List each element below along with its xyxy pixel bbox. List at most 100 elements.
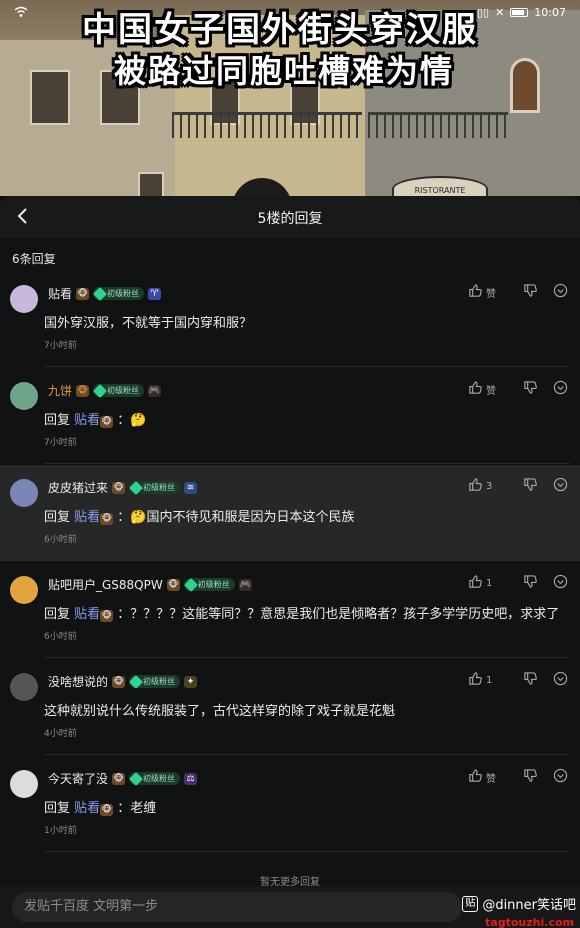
dislike-button[interactable] — [514, 477, 546, 495]
divider — [44, 657, 570, 658]
more-button[interactable] — [546, 671, 568, 689]
divider — [44, 366, 570, 367]
comment-item[interactable]: 贴看 🐵 初级粉丝 ♈ 国外穿汉服，不就等于国内穿和服？ 7小时前 赞 — [0, 271, 580, 367]
gem-icon — [92, 383, 108, 398]
more-button[interactable] — [546, 768, 568, 786]
username[interactable]: 贴吧用户_GS88QPW — [48, 576, 163, 593]
fan-level-badge: 初级粉丝 — [128, 480, 181, 495]
status-icons: ▯▯ ✕ 10:07 — [477, 6, 566, 19]
reply-to-user[interactable]: 贴看 — [74, 607, 100, 622]
fan-level-label: 初级粉丝 — [143, 774, 176, 783]
like-count: 1 — [486, 674, 493, 686]
fan-level-label: 初级粉丝 — [107, 386, 140, 395]
fan-level-badge: 初级粉丝 — [92, 286, 145, 301]
fan-level-badge: 初级粉丝 — [183, 577, 235, 592]
avatar[interactable] — [10, 479, 38, 507]
chevron-down-circle-icon — [553, 380, 568, 398]
dislike-button[interactable] — [514, 283, 546, 301]
chevron-down-circle-icon — [553, 768, 568, 786]
avatar[interactable] — [10, 576, 38, 604]
username[interactable]: 九饼 — [48, 382, 72, 399]
comment-actions: 赞 — [468, 283, 568, 301]
like-button[interactable]: 赞 — [468, 380, 514, 398]
reply-to-user[interactable]: 贴看 — [74, 801, 100, 816]
username[interactable]: 今天寄了没 — [48, 770, 108, 787]
thumbs-down-icon — [523, 380, 538, 398]
more-button[interactable] — [546, 477, 568, 495]
reply-prefix: 回复 — [44, 607, 75, 622]
monkey-emoji-icon: 🐵 — [100, 416, 114, 428]
reply-to-user[interactable]: 贴看 — [74, 510, 100, 525]
dislike-button[interactable] — [514, 671, 546, 689]
restaurant-sign: RISTORANTE — [392, 176, 488, 196]
avatar[interactable] — [10, 770, 38, 798]
balcony — [368, 112, 508, 138]
monkey-emoji-icon: 🐵 — [100, 513, 114, 525]
watermark: 贴 @dinner笑话吧 — [462, 894, 576, 913]
watermark-text: @dinner笑话吧 — [482, 898, 576, 913]
fan-level-label: 初级粉丝 — [143, 483, 176, 492]
like-button[interactable]: 赞 — [468, 768, 514, 786]
comment-body: 国外穿汉服，不就等于国内穿和服？ — [44, 316, 253, 331]
username-row: 贴吧用户_GS88QPW 🐵 初级粉丝 🎮 — [48, 576, 252, 593]
comment-actions: 1 — [468, 671, 568, 689]
like-button[interactable]: 3 — [468, 477, 514, 495]
thumbs-down-icon — [523, 768, 538, 786]
chevron-down-circle-icon — [553, 671, 568, 689]
reply-to-user[interactable]: 贴看 — [74, 413, 100, 428]
more-button[interactable] — [546, 283, 568, 301]
more-button[interactable] — [546, 574, 568, 592]
comment-text: 回复 贴看🐵 ：🤔国内不待见和服是因为日本这个民族 — [44, 506, 354, 525]
comment-item[interactable]: 没啥想说的 🐵 初级粉丝 ✦ 这种就别说什么传统服装了，古代这样穿的除了戏子就是花魁 4小… — [0, 659, 580, 755]
extra-badge-icon: 🎮 — [238, 578, 252, 591]
dislike-button[interactable] — [514, 574, 546, 592]
balcony — [172, 112, 362, 138]
gem-icon — [128, 771, 144, 786]
avatar[interactable] — [10, 673, 38, 701]
avatar[interactable] — [10, 382, 38, 410]
window — [138, 172, 164, 196]
like-count: 赞 — [486, 773, 496, 785]
extra-badge-icon: 🎮 — [148, 384, 162, 397]
reply-panel: 5楼的回复 6条回复 贴看 🐵 初级粉丝 ♈ 国外穿汉服，不就等于国内穿和服？ 7小时前赞… — [0, 196, 580, 928]
fan-level-label: 初级粉丝 — [197, 580, 230, 589]
gem-icon — [128, 674, 144, 689]
reply-prefix: 回复 — [44, 801, 75, 816]
fan-level-badge: 初级粉丝 — [128, 771, 181, 786]
divider — [44, 851, 570, 852]
dislike-button[interactable] — [514, 768, 546, 786]
comment-text: 回复 贴看🐵 ：🤔 — [44, 409, 146, 428]
dislike-button[interactable] — [514, 380, 546, 398]
reply-prefix: 回复 — [44, 413, 75, 428]
more-button[interactable] — [546, 380, 568, 398]
fan-level-label: 初级粉丝 — [107, 289, 140, 298]
monkey-emoji-icon: 🐵 — [76, 287, 90, 300]
like-count: 赞 — [486, 288, 496, 300]
reply-input-bar: 发贴千百度 文明第一步 贴 @dinner笑话吧 tagtouzhi.com — [0, 886, 580, 928]
panel-header: 5楼的回复 — [0, 196, 580, 238]
like-button[interactable]: 赞 — [468, 283, 514, 301]
comment-item[interactable]: 九饼 🐵 初级粉丝 🎮 回复 贴看🐵 ：🤔 7小时前 赞 — [0, 368, 580, 464]
extra-badge-icon: ≋ — [184, 481, 198, 494]
comment-item[interactable]: 今天寄了没 🐵 初级粉丝 ⚖ 回复 贴看🐵 ：老缠 1小时前赞 — [0, 756, 580, 852]
username[interactable]: 没啥想说的 — [48, 673, 108, 690]
video-player[interactable]: RISTORANTE 中国女子国外街头穿汉服 被路过同胞吐槽难为情 ▯▯ ✕ 1… — [0, 0, 580, 196]
comment-time: 7小时前 — [44, 438, 77, 448]
gem-icon — [183, 577, 198, 592]
chevron-down-circle-icon — [553, 283, 568, 301]
chevron-down-circle-icon — [553, 477, 568, 495]
like-button[interactable]: 1 — [468, 574, 514, 592]
comment-actions: 3 — [468, 477, 568, 495]
username[interactable]: 贴看 — [48, 285, 72, 302]
username-row: 贴看 🐵 初级粉丝 ♈ — [48, 285, 162, 302]
comment-item[interactable]: 皮皮猪过来 🐵 初级粉丝 ≋ 回复 贴看🐵 ：🤔国内不待见和服是因为日本这个民族 6小时前… — [0, 465, 580, 561]
reply-input[interactable]: 发贴千百度 文明第一步 — [12, 892, 462, 922]
thumbs-up-icon — [468, 477, 483, 495]
username[interactable]: 皮皮猪过来 — [48, 479, 108, 496]
comment-item[interactable]: 贴吧用户_GS88QPW 🐵 初级粉丝 🎮 回复 贴看🐵 ：？？？？这能等同？？意思是我… — [0, 562, 580, 658]
like-button[interactable]: 1 — [468, 671, 514, 689]
thumbs-down-icon — [523, 283, 538, 301]
comment-body: ：🤔国内不待见和服是因为日本这个民族 — [113, 510, 355, 525]
avatar[interactable] — [10, 285, 38, 313]
silent-icon: ✕ — [495, 6, 505, 19]
